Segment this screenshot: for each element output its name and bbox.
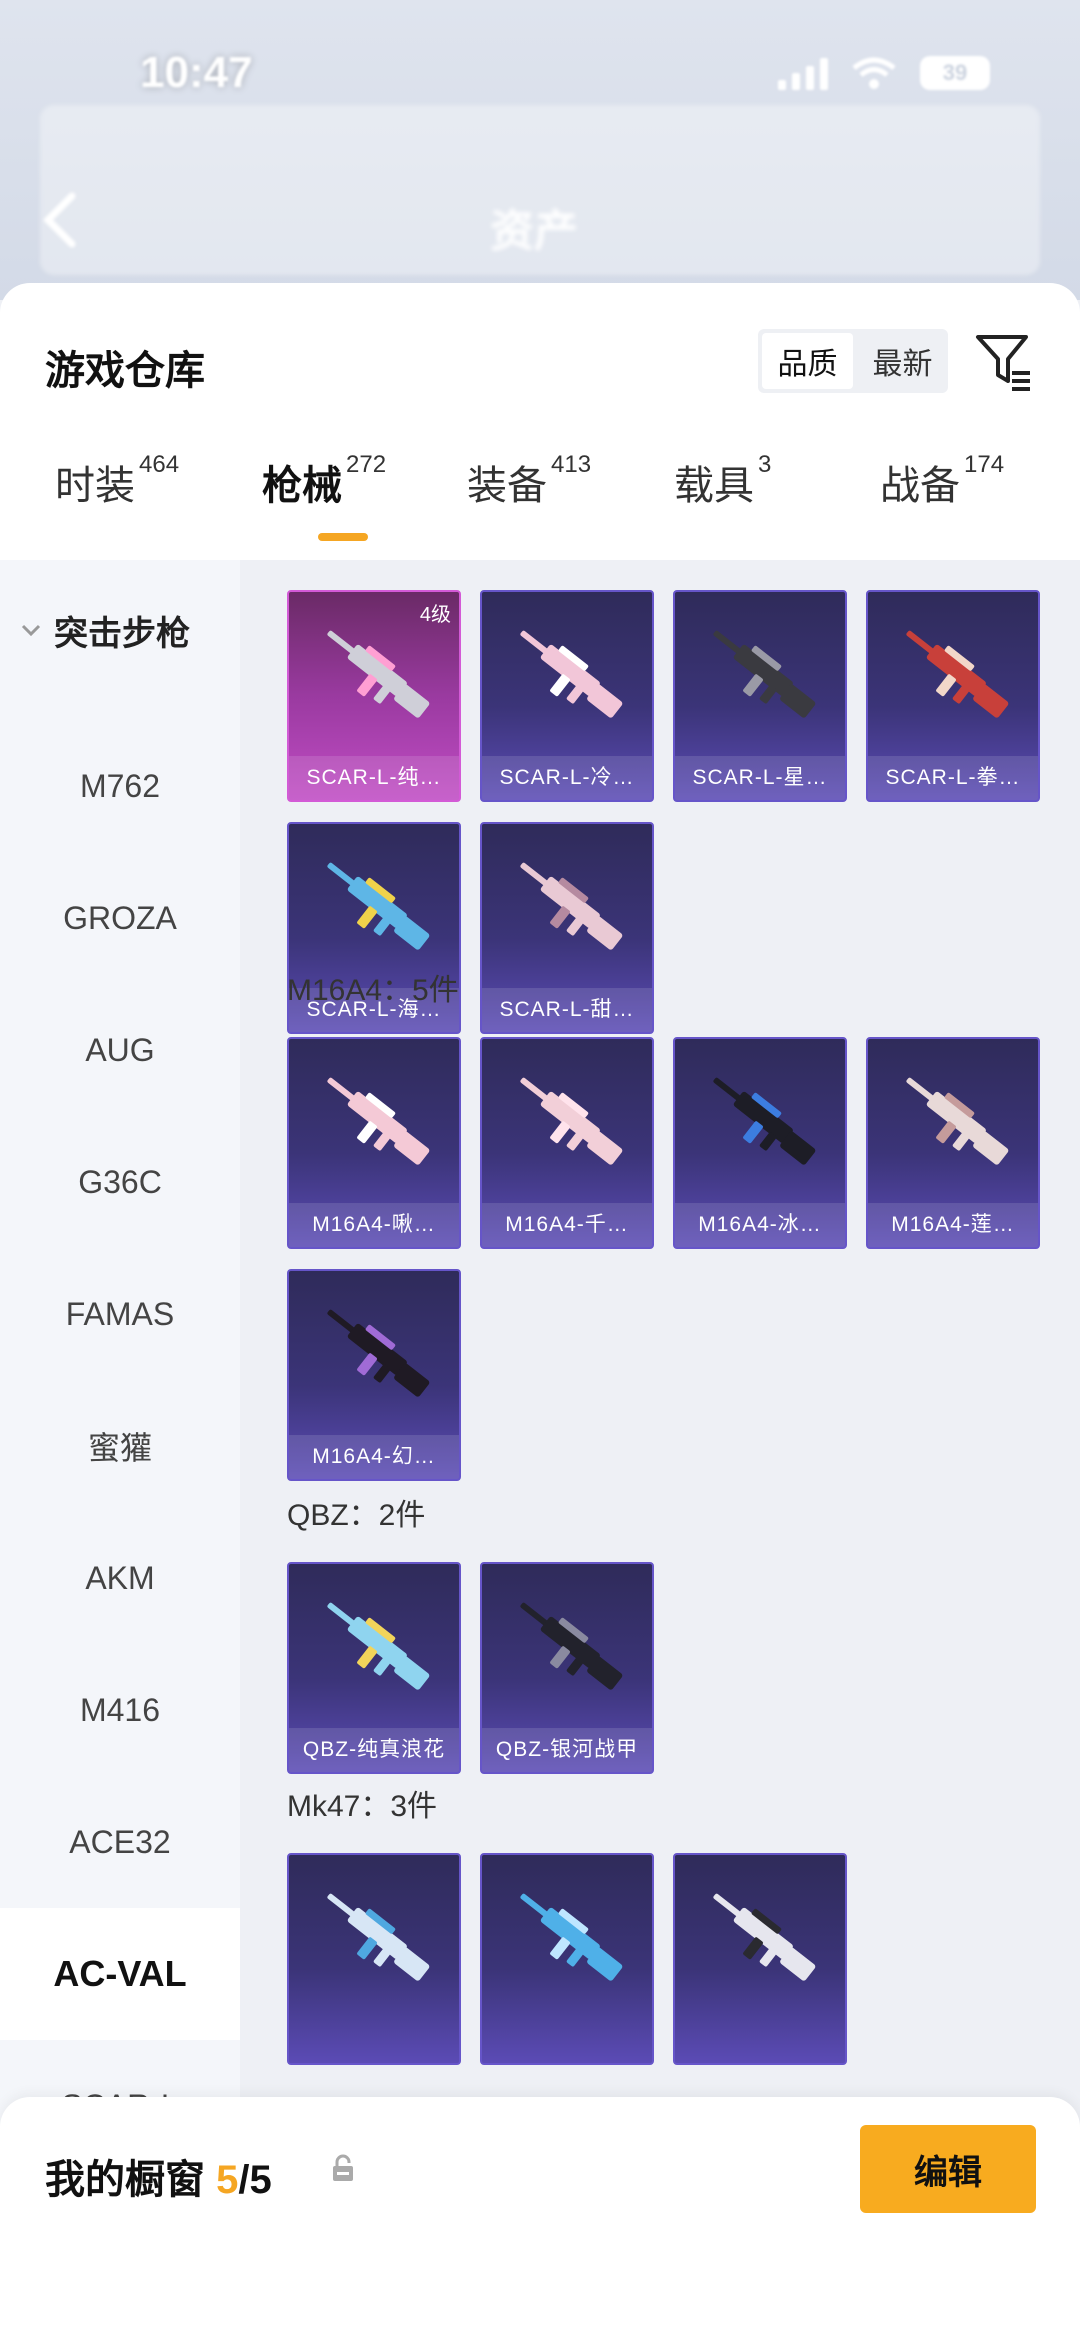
sort-newest-button[interactable]: 最新 — [857, 329, 948, 393]
card-caption: M16A4-冰… — [675, 1203, 845, 1247]
showcase-total: /5 — [238, 2158, 272, 2202]
weapon-skin-card[interactable]: M16A4-莲… — [866, 1037, 1040, 1249]
weapon-grid: 4级 SCAR-L-纯… SCAR-L-冷… SCAR-L-星… SCAR-L-拳… SC… — [240, 560, 1080, 2341]
rifle-icon — [504, 622, 634, 732]
weapon-skin-card[interactable]: QBZ-银河战甲 — [480, 1562, 654, 1774]
sidebar-item-m416[interactable]: M416 — [0, 1644, 240, 1776]
card-caption: QBZ-纯真浪花 — [289, 1728, 459, 1772]
card-caption: M16A4-幻… — [289, 1435, 459, 1479]
sidebar-item-ac-val[interactable]: AC-VAL — [0, 1908, 240, 2040]
weapon-skin-card[interactable]: M16A4-幻… — [287, 1269, 461, 1481]
weapon-skin-card[interactable]: SCAR-L-冷… — [480, 590, 654, 802]
page-title: 资产 — [490, 207, 578, 256]
sheet-title: 游戏仓库 — [45, 349, 205, 393]
weapon-skin-card[interactable]: SCAR-L-拳… — [866, 590, 1040, 802]
sidebar-group-label: 突击步枪 — [54, 614, 190, 653]
sidebar-item-aug[interactable]: AUG — [0, 984, 240, 1116]
sort-quality-button[interactable]: 品质 — [762, 333, 853, 389]
chevron-down-icon — [21, 624, 41, 637]
card-caption: SCAR-L-纯… — [289, 756, 459, 800]
tab-count: 174 — [964, 451, 1005, 478]
tab-weapons[interactable]: 枪械 272 — [262, 451, 387, 543]
card-caption: M16A4-千… — [482, 1203, 652, 1247]
sidebar-item-akm[interactable]: AKM — [0, 1512, 240, 1644]
tab-count: 413 — [551, 451, 592, 478]
tab-label: 枪械 — [262, 464, 342, 508]
showcase-bar: 我的橱窗 5/5 编辑 — [0, 2097, 1080, 2341]
tab-equipment[interactable]: 装备 413 — [467, 451, 592, 543]
warehouse-sheet: 游戏仓库 品质 最新 时装 464 枪械 272 装备 413 载具 3 战备 174 — [0, 283, 1080, 2341]
showcase-current: 5 — [216, 2158, 239, 2202]
weapon-skin-card[interactable]: QBZ-纯真浪花 — [287, 1562, 461, 1774]
category-tabs: 时装 464 枪械 272 装备 413 载具 3 战备 174 — [0, 451, 1080, 543]
weapon-skin-card[interactable] — [673, 1853, 847, 2065]
card-caption: SCAR-L-拳… — [868, 756, 1038, 800]
rifle-icon — [504, 1885, 634, 1995]
tab-count: 464 — [139, 451, 180, 478]
sidebar-item-groza[interactable]: GROZA — [0, 852, 240, 984]
tab-count: 272 — [346, 451, 387, 478]
sidebar-item-famas[interactable]: FAMAS — [0, 1248, 240, 1380]
weapon-skin-card[interactable] — [480, 1853, 654, 2065]
battery-icon: 39 — [920, 56, 990, 90]
rifle-icon — [311, 1594, 441, 1704]
back-arrow-icon[interactable] — [40, 190, 80, 250]
lock-icon — [333, 2154, 353, 2181]
weapon-sidebar: 突击步枪 M762 GROZA AUG G36C FAMAS 蜜獾 AKM M4… — [0, 560, 240, 2341]
card-caption: SCAR-L-甜… — [482, 988, 652, 1032]
sidebar-item-g36c[interactable]: G36C — [0, 1116, 240, 1248]
sidebar-item-ace32[interactable]: ACE32 — [0, 1776, 240, 1908]
card-caption: QBZ-银河战甲 — [482, 1728, 652, 1772]
rifle-icon — [697, 1885, 827, 1995]
sort-toggle: 品质 最新 — [758, 329, 948, 393]
tab-label: 装备 — [467, 464, 547, 508]
rifle-icon — [504, 1069, 634, 1179]
tab-vehicles[interactable]: 载具 3 — [674, 451, 772, 543]
rifle-icon — [311, 1301, 441, 1411]
card-caption: SCAR-L-冷… — [482, 756, 652, 800]
rifle-icon — [697, 622, 827, 732]
weapon-skin-card[interactable]: M16A4-千… — [480, 1037, 654, 1249]
tab-label: 时装 — [55, 464, 135, 508]
section-label-mk47: Mk47：3件 — [287, 1790, 438, 1823]
tab-supplies[interactable]: 战备 174 — [880, 451, 1005, 543]
sidebar-item-m762[interactable]: M762 — [0, 720, 240, 852]
tab-label: 载具 — [674, 464, 754, 508]
tab-count: 3 — [758, 451, 772, 478]
weapon-skin-card[interactable]: M16A4-冰… — [673, 1037, 847, 1249]
rifle-icon — [311, 622, 441, 732]
filter-icon[interactable] — [972, 329, 1036, 393]
tab-fashion[interactable]: 时装 464 — [55, 451, 180, 543]
signal-icon — [778, 56, 828, 90]
status-icons: 39 — [778, 56, 990, 90]
rifle-icon — [890, 1069, 1020, 1179]
wifi-icon — [852, 57, 896, 89]
rifle-icon — [311, 1069, 441, 1179]
edit-button[interactable]: 编辑 — [860, 2125, 1036, 2213]
rifle-icon — [697, 1069, 827, 1179]
weapon-skin-card[interactable]: SCAR-L-甜… — [480, 822, 654, 1034]
weapon-skin-card[interactable]: 4级 SCAR-L-纯… — [287, 590, 461, 802]
showcase-title: 我的橱窗 5/5 — [45, 2147, 272, 2205]
weapon-skin-card[interactable]: SCAR-L-星… — [673, 590, 847, 802]
tab-label: 战备 — [880, 464, 960, 508]
card-caption: SCAR-L-星… — [675, 756, 845, 800]
status-time: 10:47 — [140, 48, 253, 97]
rifle-icon — [890, 622, 1020, 732]
rifle-icon — [311, 1885, 441, 1995]
card-caption: M16A4-啾… — [289, 1203, 459, 1247]
sidebar-item-honey-badger[interactable]: 蜜獾 — [0, 1380, 240, 1512]
section-label-qbz: QBZ：2件 — [287, 1499, 426, 1532]
sidebar-group-assault-rifles[interactable]: 突击步枪 — [0, 600, 240, 660]
card-caption: M16A4-莲… — [868, 1203, 1038, 1247]
rifle-icon — [504, 854, 634, 964]
weapon-skin-card[interactable] — [287, 1853, 461, 2065]
rifle-icon — [311, 854, 441, 964]
showcase-label: 我的橱窗 — [45, 2158, 205, 2202]
tab-active-indicator — [318, 533, 368, 541]
section-label-m16a4: M16A4：5件 — [287, 974, 459, 1007]
weapon-skin-card[interactable]: M16A4-啾… — [287, 1037, 461, 1249]
rifle-icon — [504, 1594, 634, 1704]
